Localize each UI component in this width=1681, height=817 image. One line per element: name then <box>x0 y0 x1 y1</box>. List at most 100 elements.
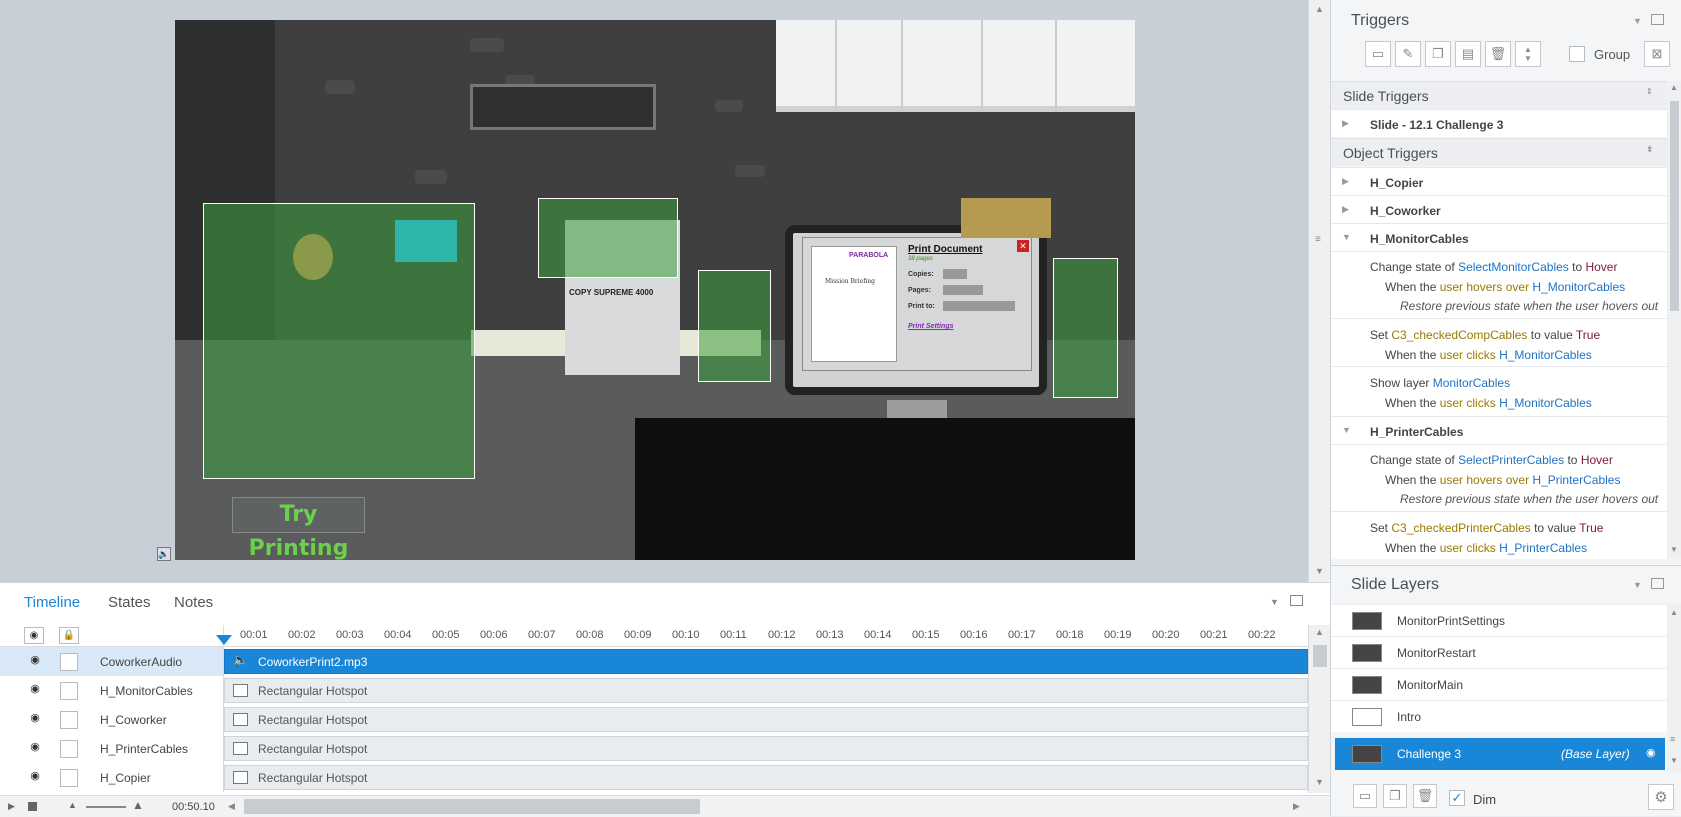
object[interactable]: H_PrinterCables <box>1499 541 1587 555</box>
timeline-row[interactable]: ◉ H_PrinterCables Rectangular Hotspot <box>0 734 1308 763</box>
event[interactable]: user clicks <box>1440 348 1496 362</box>
lock-checkbox[interactable] <box>60 653 78 671</box>
delete-layer-icon[interactable]: 🗑 <box>1413 784 1437 808</box>
copier-hotspot[interactable] <box>538 198 678 278</box>
hscroll-left-icon[interactable]: ◀ <box>228 801 235 812</box>
trigger-entry[interactable]: Change state of SelectMonitorCables to H… <box>1331 251 1667 318</box>
timeline-row[interactable]: ◉ H_Copier Rectangular Hotspot <box>0 763 1308 792</box>
scroll-grip-icon[interactable]: ≡ <box>1670 734 1675 744</box>
sort-icon[interactable]: ⇕ <box>1646 87 1653 96</box>
layer[interactable]: MonitorCables <box>1433 376 1510 390</box>
scroll-up-icon[interactable]: ▲ <box>1670 608 1678 617</box>
expand-icon[interactable]: ▶ <box>1342 176 1349 187</box>
scroll-down-icon[interactable]: ▼ <box>1315 566 1324 576</box>
tab-states[interactable]: States <box>108 594 151 611</box>
dim-checkbox[interactable]: ✓ <box>1449 790 1465 806</box>
float-panel-icon[interactable] <box>1651 14 1664 25</box>
float-panel-icon[interactable] <box>1651 578 1664 589</box>
object-trigger-item[interactable]: ▼ H_PrinterCables <box>1331 416 1667 444</box>
variable[interactable]: C3_checkedPrinterCables <box>1391 521 1530 535</box>
scroll-down-icon[interactable]: ▼ <box>1315 777 1324 787</box>
base-layer-item[interactable]: Challenge 3 (Base Layer) ◉ <box>1335 737 1665 770</box>
play-icon[interactable]: ▶ <box>8 801 15 812</box>
scroll-up-icon[interactable]: ▲ <box>1315 627 1324 637</box>
event[interactable]: user clicks <box>1440 541 1496 555</box>
state[interactable]: Hover <box>1585 260 1617 274</box>
layer-item[interactable]: Intro <box>1331 700 1667 732</box>
delete-trigger-icon[interactable]: 🗑 <box>1485 41 1511 67</box>
value[interactable]: True <box>1576 328 1600 342</box>
tab-notes[interactable]: Notes <box>174 594 213 611</box>
float-panel-icon[interactable] <box>1290 595 1303 606</box>
trigger-entry[interactable]: Show layer MonitorCables When the user c… <box>1331 366 1667 416</box>
collapse-icon[interactable]: ▼ <box>1633 16 1642 26</box>
lock-checkbox[interactable] <box>60 682 78 700</box>
scroll-up-icon[interactable]: ▲ <box>1315 4 1324 14</box>
layer-item[interactable]: MonitorMain <box>1331 668 1667 700</box>
group-checkbox[interactable] <box>1569 46 1585 62</box>
edit-trigger-icon[interactable]: ✎ <box>1395 41 1421 67</box>
event[interactable]: user hovers over <box>1440 473 1529 487</box>
eye-icon[interactable]: ◉ <box>26 653 44 671</box>
timeline-vscroll[interactable]: ▲ ▼ <box>1308 625 1330 793</box>
eye-all-icon[interactable]: ◉ <box>24 627 44 644</box>
expand-icon[interactable]: ▶ <box>1342 118 1349 129</box>
hotspot-track-bar[interactable]: Rectangular Hotspot <box>224 707 1308 732</box>
hscroll-right-icon[interactable]: ▶ <box>1293 801 1300 812</box>
lock-checkbox[interactable] <box>60 740 78 758</box>
collapse-all-icon[interactable]: ⇟ <box>1646 144 1654 155</box>
try-printing-button[interactable]: Try Printing <box>232 497 365 560</box>
scroll-up-icon[interactable]: ▲ <box>1670 83 1678 92</box>
new-trigger-icon[interactable]: ▭ <box>1365 41 1391 67</box>
scroll-thumb[interactable] <box>1670 101 1679 311</box>
object[interactable]: H_MonitorCables <box>1532 280 1625 294</box>
copy-trigger-icon[interactable]: ❐ <box>1425 41 1451 67</box>
object-trigger-item[interactable]: ▶ H_Coworker <box>1331 195 1667 223</box>
object[interactable]: H_MonitorCables <box>1499 348 1592 362</box>
stop-icon[interactable] <box>28 802 37 811</box>
object[interactable]: H_MonitorCables <box>1499 396 1592 410</box>
variables-icon[interactable]: ⊠ <box>1644 41 1670 67</box>
eye-icon[interactable]: ◉ <box>26 769 44 787</box>
event[interactable]: user clicks <box>1440 396 1496 410</box>
eye-icon[interactable]: ◉ <box>26 711 44 729</box>
object-trigger-item[interactable]: ▶ H_Copier <box>1331 167 1667 195</box>
trigger-entry[interactable]: Change state of SelectPrinterCables to H… <box>1331 444 1667 511</box>
layer-item[interactable]: MonitorRestart <box>1331 636 1667 668</box>
stage-vertical-scrollbar[interactable]: ▲ ≡ ▼ <box>1308 0 1330 582</box>
collapse-icon[interactable]: ▼ <box>1342 232 1351 242</box>
object[interactable]: H_PrinterCables <box>1532 473 1620 487</box>
eye-icon[interactable]: ◉ <box>26 682 44 700</box>
audio-track-bar[interactable]: 🔈 CoworkerPrint2.mp3 <box>224 649 1308 674</box>
scroll-down-icon[interactable]: ▼ <box>1670 756 1678 765</box>
monitor-cables-hotspot[interactable] <box>1053 258 1118 398</box>
scroll-grip-icon[interactable]: ≡ <box>1315 234 1321 245</box>
lock-all-icon[interactable]: 🔒 <box>59 627 79 644</box>
zoom-slider[interactable] <box>86 806 126 808</box>
hotspot-track-bar[interactable]: Rectangular Hotspot <box>224 678 1308 703</box>
timeline-row[interactable]: ◉ H_Coworker Rectangular Hotspot <box>0 705 1308 734</box>
eye-icon[interactable]: ◉ <box>26 740 44 758</box>
audio-icon[interactable]: 🔈 <box>157 547 171 561</box>
timeline-ruler[interactable]: 00:01 00:02 00:03 00:04 00:05 00:06 00:07 00:08… <box>216 625 1308 647</box>
playhead-icon[interactable] <box>216 635 232 645</box>
target[interactable]: SelectMonitorCables <box>1458 260 1569 274</box>
hotspot-track-bar[interactable]: Rectangular Hotspot <box>224 736 1308 761</box>
expand-icon[interactable]: ▶ <box>1342 204 1349 215</box>
hscroll-thumb[interactable] <box>244 799 700 814</box>
timeline-row[interactable]: ◉ H_MonitorCables Rectangular Hotspot <box>0 676 1308 705</box>
scroll-down-icon[interactable]: ▼ <box>1670 545 1678 554</box>
gear-icon[interactable]: ⚙ <box>1648 784 1674 810</box>
paste-trigger-icon[interactable]: ▤ <box>1455 41 1481 67</box>
slide-trigger-item[interactable]: ▶ Slide - 12.1 Challenge 3 <box>1331 109 1667 137</box>
event[interactable]: user hovers over <box>1440 280 1529 294</box>
collapse-icon[interactable]: ▼ <box>1633 580 1642 590</box>
target[interactable]: SelectPrinterCables <box>1458 453 1564 467</box>
triggers-vscroll[interactable]: ▲ ▼ <box>1667 81 1681 559</box>
duplicate-layer-icon[interactable]: ❐ <box>1383 784 1407 808</box>
printer-cables-hotspot[interactable] <box>698 270 771 382</box>
tab-timeline[interactable]: Timeline <box>24 594 80 611</box>
trigger-entry[interactable]: Set C3_checkedCompCables to value True W… <box>1331 318 1667 366</box>
timeline-row[interactable]: ◉ CoworkerAudio 🔈 CoworkerPrint2.mp3 <box>0 647 1308 676</box>
move-updown-icon[interactable]: ▲ ▼ <box>1515 41 1541 67</box>
